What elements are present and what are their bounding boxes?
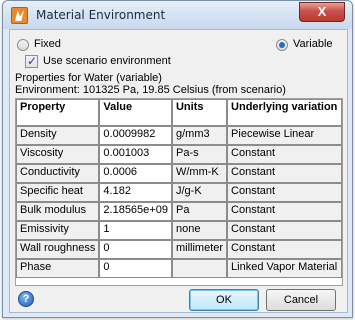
- app-logo-icon: [11, 7, 28, 24]
- table-row: Viscosity 0.001003 Pa-s Constant: [16, 145, 342, 164]
- window-title: Material Environment: [36, 8, 166, 22]
- property-cell: Conductivity: [16, 164, 100, 183]
- units-cell: Pa: [171, 202, 228, 221]
- properties-for-text: Properties for Water (variable): [15, 72, 162, 84]
- variation-cell: Constant: [227, 240, 342, 259]
- title-bar[interactable]: Material Environment X: [3, 1, 352, 29]
- table-row: Wall roughness 0 millimeter Constant: [16, 240, 342, 259]
- cancel-button[interactable]: Cancel: [266, 289, 336, 311]
- variation-cell: Constant: [227, 164, 342, 183]
- property-cell: Bulk modulus: [16, 202, 100, 221]
- value-cell[interactable]: 0: [99, 259, 172, 278]
- property-cell: Specific heat: [16, 183, 100, 202]
- environment-text: Environment: 101325 Pa, 19.85 Celsius (f…: [15, 84, 286, 96]
- value-cell[interactable]: 1: [99, 221, 172, 240]
- fixed-label: Fixed: [34, 38, 61, 50]
- units-cell: Pa-s: [171, 145, 228, 164]
- properties-table: Property Value Units Underlying variatio…: [16, 99, 342, 278]
- variation-cell: Linked Vapor Material: [227, 259, 342, 278]
- units-cell: J/g-K: [171, 183, 228, 202]
- ok-button[interactable]: OK: [189, 289, 259, 311]
- units-cell: millimeter: [171, 240, 228, 259]
- fixed-radio[interactable]: [17, 39, 29, 51]
- table-row: Specific heat 4.182 J/g-K Constant: [16, 183, 342, 202]
- table-row: Conductivity 0.0006 W/mm-K Constant: [16, 164, 342, 183]
- variation-cell: Constant: [227, 183, 342, 202]
- variable-label: Variable: [293, 38, 333, 50]
- units-cell: W/mm-K: [171, 164, 228, 183]
- table-header-row: Property Value Units Underlying variatio…: [16, 99, 342, 126]
- value-cell[interactable]: 0.0009982: [99, 126, 172, 145]
- use-scenario-checkbox[interactable]: [25, 54, 38, 68]
- value-cell[interactable]: 0.001003: [99, 145, 172, 164]
- value-cell[interactable]: 4.182: [99, 183, 172, 202]
- property-cell: Viscosity: [16, 145, 100, 164]
- variation-cell: Constant: [227, 202, 342, 221]
- material-environment-dialog: Material Environment X Fixed Variable Us…: [2, 0, 353, 318]
- close-button[interactable]: X: [299, 2, 345, 22]
- value-cell[interactable]: 0.0006: [99, 164, 172, 183]
- help-icon[interactable]: ?: [18, 291, 34, 307]
- variation-cell: Constant: [227, 221, 342, 240]
- units-cell: g/mm3: [171, 126, 228, 145]
- table-body: Density 0.0009982 g/mm3 Piecewise Linear Vis…: [16, 126, 342, 278]
- table-row: Bulk modulus 2.18565e+09 Pa Constant: [16, 202, 342, 221]
- variable-radio[interactable]: [276, 39, 288, 51]
- property-cell: Emissivity: [16, 221, 100, 240]
- header-units: Units: [171, 99, 228, 126]
- dialog-body: Fixed Variable Use scenario environment …: [9, 29, 348, 313]
- header-variation: Underlying variation: [227, 99, 342, 126]
- properties-table-container: Property Value Units Underlying variatio…: [15, 98, 343, 286]
- table-row: Density 0.0009982 g/mm3 Piecewise Linear: [16, 126, 342, 145]
- use-scenario-label: Use scenario environment: [43, 55, 171, 67]
- property-cell: Phase: [16, 259, 100, 278]
- header-value: Value: [99, 99, 172, 126]
- units-cell: [171, 259, 228, 278]
- variation-cell: Constant: [227, 145, 342, 164]
- table-row: Emissivity 1 none Constant: [16, 221, 342, 240]
- table-row: Phase 0 Linked Vapor Material: [16, 259, 342, 278]
- property-cell: Wall roughness: [16, 240, 100, 259]
- header-property: Property: [16, 99, 100, 126]
- value-cell[interactable]: 0: [99, 240, 172, 259]
- property-cell: Density: [16, 126, 100, 145]
- variation-cell: Piecewise Linear: [227, 126, 342, 145]
- value-cell[interactable]: 2.18565e+09: [99, 202, 172, 221]
- units-cell: none: [171, 221, 228, 240]
